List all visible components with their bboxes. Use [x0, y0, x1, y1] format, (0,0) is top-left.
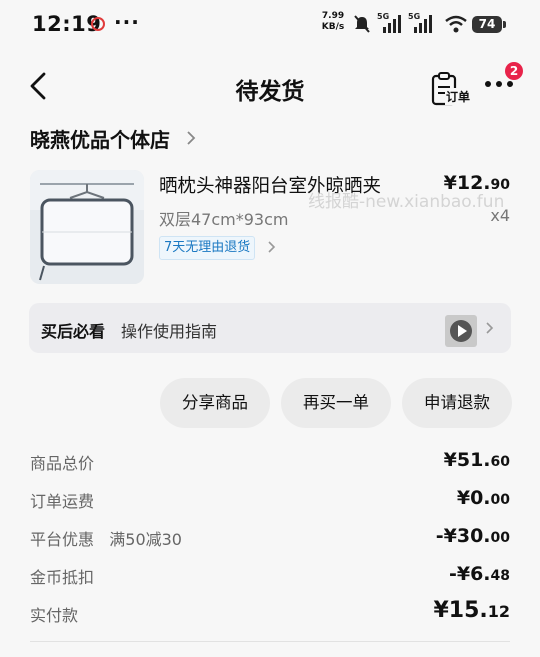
return-policy-tag[interactable]: 7天无理由退货	[159, 236, 256, 260]
platform-discount-label: 平台优惠 满50减30	[30, 530, 182, 549]
goods-total-cents: 60	[490, 454, 510, 470]
chevron-right-icon[interactable]	[186, 130, 196, 146]
sim2-label: 5G	[408, 12, 420, 21]
play-icon	[450, 320, 472, 342]
shop-name[interactable]: 晓燕优品个体店	[30, 124, 170, 153]
coin-deduction-main: -¥6.	[448, 563, 491, 585]
battery-tip	[503, 21, 506, 28]
more-notifications-icon: ···	[114, 10, 140, 34]
amount-paid-cents: 12	[487, 602, 510, 621]
notification-badge: 2	[505, 62, 523, 80]
rebuy-button[interactable]: 再买一单	[281, 378, 391, 428]
platform-discount-value: -¥30.00	[436, 525, 510, 547]
battery-icon: 74	[472, 16, 502, 33]
signal-icon-sim2: 5G	[408, 12, 432, 33]
share-product-button[interactable]: 分享商品	[160, 378, 270, 428]
wifi-icon	[445, 15, 467, 33]
mute-icon	[354, 15, 370, 33]
guide-text: 操作使用指南	[121, 322, 218, 341]
shipping-main: ¥0.	[456, 487, 491, 509]
guide-label: 买后必看	[41, 322, 106, 341]
order-label[interactable]: 订单	[445, 88, 472, 105]
guide-chevron-right-icon[interactable]	[485, 321, 495, 335]
shipping-label: 订单运费	[30, 492, 95, 511]
sim1-label: 5G	[377, 12, 389, 21]
divider	[30, 641, 510, 642]
request-refund-button[interactable]: 申请退款	[402, 378, 512, 428]
notification-icon	[91, 17, 105, 31]
top-nav: 待发货 订单 2	[0, 58, 540, 116]
coin-deduction-label: 金币抵扣	[30, 568, 95, 587]
signal-icon-sim1: 5G	[377, 12, 401, 33]
usage-guide-bar[interactable]: 买后必看 操作使用指南	[29, 303, 511, 353]
tag-chevron-right-icon[interactable]	[267, 240, 277, 254]
product-image-graphic	[30, 170, 144, 284]
network-speed-value: 7.99	[321, 11, 345, 21]
network-speed: 7.99 KB/s	[318, 11, 348, 33]
platform-discount-main: -¥30.	[435, 525, 491, 547]
amount-paid-label: 实付款	[30, 606, 79, 625]
watermark-text: 线报酷-new.xianbao.fun	[308, 192, 505, 212]
status-bar: 12:19 ··· 7.99 KB/s 5G 5G 74	[0, 0, 540, 48]
amount-paid-main: ¥15.	[433, 598, 488, 623]
goods-total-main: ¥51.	[443, 449, 491, 471]
coin-deduction-cents: 48	[490, 568, 510, 584]
product-spec: 双层47cm*93cm	[159, 210, 289, 229]
goods-total-value: ¥51.60	[444, 449, 510, 471]
network-speed-unit: KB/s	[321, 22, 345, 32]
platform-discount-cents: 00	[490, 530, 510, 546]
shipping-value: ¥0.00	[457, 487, 510, 509]
goods-total-label: 商品总价	[30, 454, 95, 473]
guide-video-thumbnail[interactable]	[445, 315, 477, 347]
shipping-cents: 00	[490, 492, 510, 508]
amount-paid-value: ¥15.12	[433, 598, 510, 623]
product-image[interactable]	[30, 170, 144, 284]
coin-deduction-value: -¥6.48	[449, 563, 510, 585]
